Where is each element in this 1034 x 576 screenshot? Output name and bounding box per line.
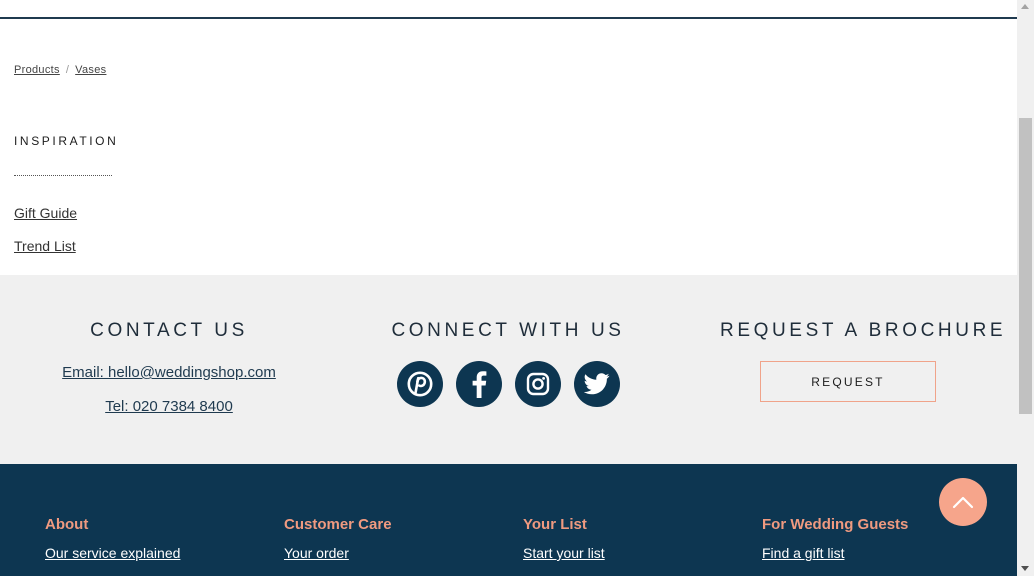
back-to-top-button[interactable] bbox=[939, 478, 987, 526]
twitter-icon[interactable] bbox=[574, 361, 620, 407]
pinterest-icon[interactable] bbox=[397, 361, 443, 407]
instagram-glyph bbox=[526, 372, 550, 396]
footer-column-customer-care: Customer Care Your order bbox=[284, 516, 392, 563]
twitter-glyph bbox=[584, 373, 610, 395]
gift-guide-link[interactable]: Gift Guide bbox=[14, 205, 77, 221]
connect-with-us-heading: CONNECT WITH US bbox=[391, 320, 625, 341]
footer-link-find-gift-list[interactable]: Find a gift list bbox=[762, 545, 844, 561]
facebook-icon[interactable] bbox=[456, 361, 502, 407]
contact-us-heading: CONTACT US bbox=[90, 320, 248, 341]
breadcrumb-separator: / bbox=[65, 64, 70, 76]
site-footer: About Our service explained Customer Car… bbox=[0, 464, 1017, 576]
footer-column-about: About Our service explained bbox=[45, 516, 180, 563]
breadcrumb: Products / Vases bbox=[14, 64, 106, 76]
footer-column-wedding-guests: For Wedding Guests Find a gift list bbox=[762, 516, 908, 563]
footer-column-your-list: Your List Start your list bbox=[523, 516, 605, 563]
trend-list-link[interactable]: Trend List bbox=[14, 238, 76, 254]
footer-heading-wedding-guests: For Wedding Guests bbox=[762, 516, 909, 533]
contact-email-link[interactable]: Email: hello@weddingshop.com bbox=[30, 364, 308, 381]
facebook-glyph bbox=[472, 371, 487, 398]
breadcrumb-link-vases[interactable]: Vases bbox=[75, 64, 106, 76]
inspiration-divider bbox=[14, 175, 112, 176]
breadcrumb-link-products[interactable]: Products bbox=[14, 64, 60, 76]
contact-phone-link[interactable]: Tel: 020 7384 8400 bbox=[30, 398, 308, 415]
inspiration-heading: INSPIRATION bbox=[14, 134, 119, 148]
pinterest-glyph bbox=[407, 371, 433, 397]
scroll-down-arrow-icon[interactable] bbox=[1021, 566, 1029, 571]
instagram-icon[interactable] bbox=[515, 361, 561, 407]
chevron-up-icon bbox=[952, 496, 974, 509]
page: Products / Vases INSPIRATION Gift Guide Tr… bbox=[0, 0, 1017, 576]
request-brochure-button[interactable]: REQUEST bbox=[760, 361, 936, 402]
footer-link-start-list[interactable]: Start your list bbox=[523, 545, 605, 561]
vertical-scrollbar[interactable] bbox=[1017, 0, 1034, 576]
footer-link-your-order[interactable]: Your order bbox=[284, 545, 349, 561]
footer-link-our-service[interactable]: Our service explained bbox=[45, 545, 180, 561]
footer-heading-about: About bbox=[45, 516, 89, 533]
scrollbar-thumb[interactable] bbox=[1019, 118, 1032, 414]
footer-heading-your-list: Your List bbox=[523, 516, 587, 533]
request-brochure-heading: REQUEST A BROCHURE bbox=[720, 320, 1007, 341]
footer-heading-customer-care: Customer Care bbox=[284, 516, 392, 533]
header-divider bbox=[0, 17, 1017, 19]
contact-band: CONTACT US Email: hello@weddingshop.com … bbox=[0, 275, 1017, 464]
scroll-up-arrow-icon[interactable] bbox=[1021, 4, 1029, 9]
